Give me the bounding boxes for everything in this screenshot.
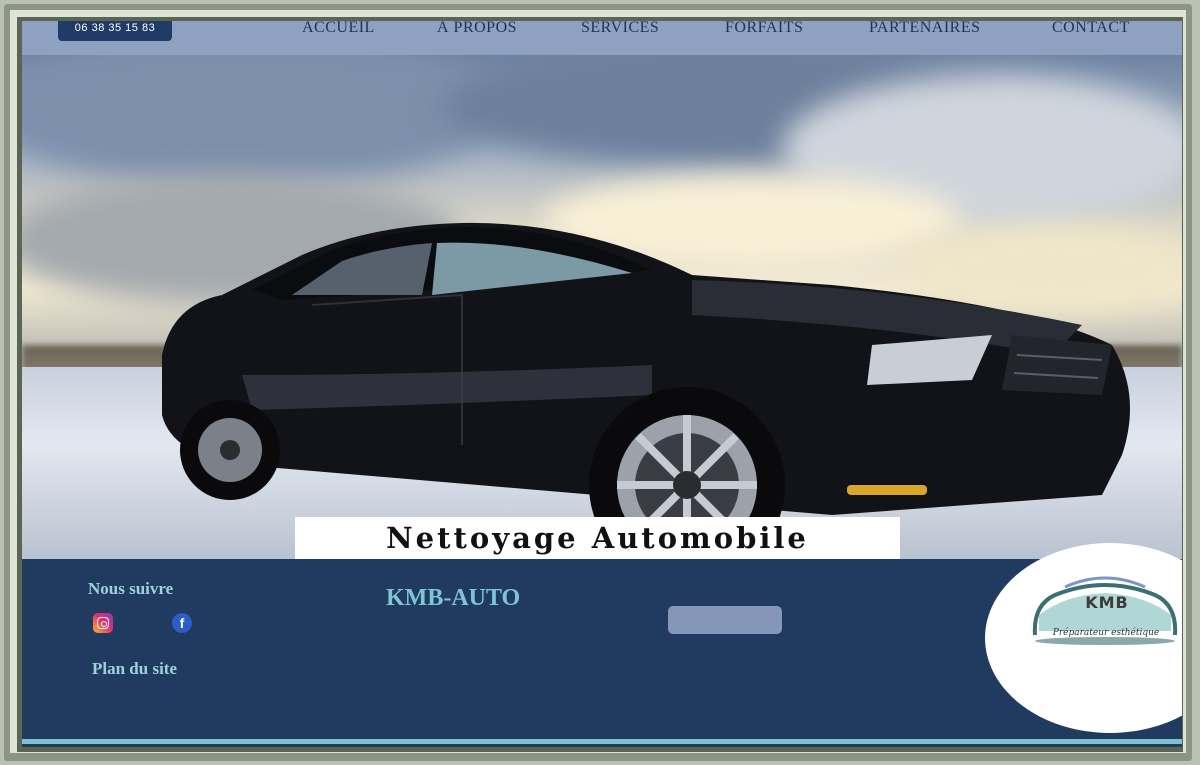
facebook-icon[interactable]: f bbox=[172, 613, 192, 633]
footer-button[interactable] bbox=[668, 606, 782, 634]
top-navigation: 06 38 35 15 83 ACCUEIL À PROPOS SERVICES… bbox=[22, 21, 1182, 55]
nav-a-propos[interactable]: À PROPOS bbox=[437, 21, 517, 39]
sitemap-link[interactable]: Plan du site bbox=[92, 659, 177, 679]
footer: Nous suivre f Plan du site KMB-AUTO KMB … bbox=[22, 543, 1182, 747]
instagram-icon[interactable] bbox=[93, 613, 113, 633]
logo-text: KMB bbox=[1085, 593, 1129, 612]
phone-number[interactable]: 06 38 35 15 83 bbox=[58, 21, 172, 41]
nav-contact[interactable]: CONTACT bbox=[1052, 21, 1130, 39]
bottom-stripe bbox=[22, 739, 1182, 744]
page: 06 38 35 15 83 ACCUEIL À PROPOS SERVICES… bbox=[22, 21, 1182, 747]
hero-banner: Nettoyage Automobile bbox=[22, 55, 1182, 559]
logo-tagline: Préparateur esthétique bbox=[1052, 628, 1160, 638]
cloud bbox=[22, 55, 502, 185]
follow-label: Nous suivre bbox=[88, 579, 174, 598]
nav-services[interactable]: SERVICES bbox=[581, 21, 659, 39]
nav-accueil[interactable]: ACCUEIL bbox=[302, 21, 375, 39]
brand-name: KMB-AUTO bbox=[386, 585, 521, 611]
hero-caption: Nettoyage Automobile bbox=[295, 517, 900, 559]
car-image bbox=[162, 222, 1130, 535]
nav-forfaits[interactable]: FORFAITS bbox=[725, 21, 803, 39]
nav-partenaires[interactable]: PARTENAIRES bbox=[869, 21, 981, 39]
